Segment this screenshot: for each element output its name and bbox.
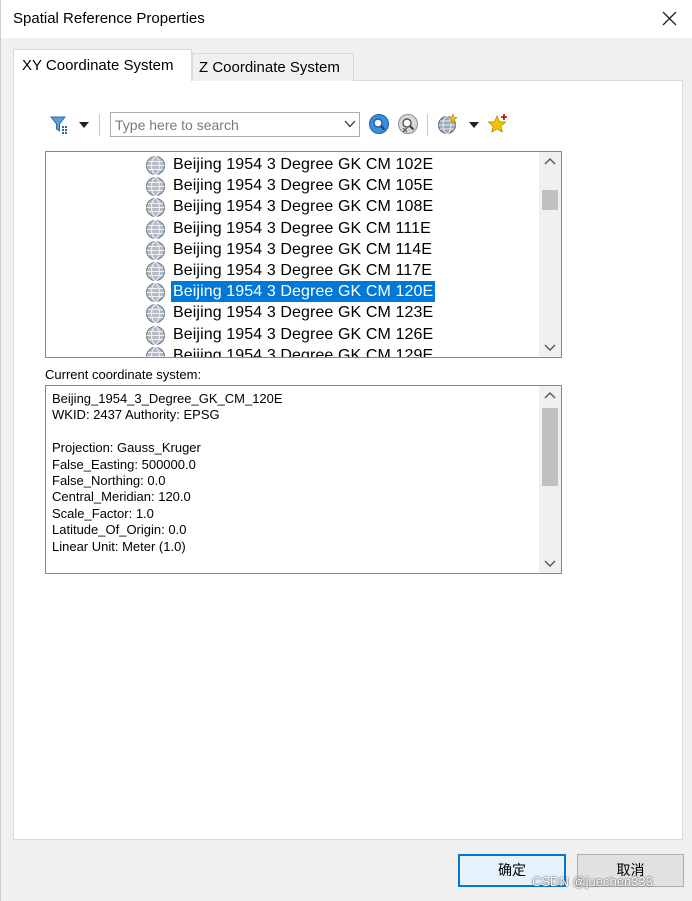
dropdown-arrow-icon bbox=[469, 122, 479, 128]
list-item-label: Beijing 1954 3 Degree GK CM 108E bbox=[173, 198, 434, 216]
chevron-up-icon bbox=[544, 392, 556, 399]
list-item-label: Beijing 1954 3 Degree GK CM 114E bbox=[173, 240, 433, 258]
coordinate-system-list[interactable]: Beijing 1954 3 Degree GK CM 102E Beijing … bbox=[45, 151, 562, 358]
chevron-down-icon bbox=[544, 560, 556, 567]
dialog-window: Spatial Reference Properties XY Coordina… bbox=[0, 0, 692, 901]
detail-line: Latitude_Of_Origin: 0.0 bbox=[52, 522, 187, 538]
favorites-button[interactable] bbox=[487, 113, 511, 137]
list-item-label: Beijing 1954 3 Degree GK CM 105E bbox=[173, 177, 434, 195]
detail-line bbox=[52, 424, 283, 440]
list-item-label: Beijing 1954 3 Degree GK CM 102E bbox=[173, 156, 434, 173]
tab-z-coordinate-system[interactable]: Z Coordinate System bbox=[192, 53, 354, 81]
clear-search-icon bbox=[398, 114, 418, 134]
tab-label: XY Coordinate System bbox=[22, 57, 174, 74]
window-title: Spatial Reference Properties bbox=[13, 10, 205, 27]
scroll-up-button[interactable] bbox=[539, 152, 561, 172]
scroll-down-button[interactable] bbox=[539, 553, 561, 573]
chevron-up-icon bbox=[544, 158, 556, 165]
detail-line: Central_Meridian: 120.0 bbox=[52, 489, 191, 505]
filter-dropdown-button[interactable] bbox=[49, 113, 93, 137]
tab-label: Z Coordinate System bbox=[199, 59, 340, 76]
watermark: CSDN @juechen333 bbox=[532, 874, 653, 889]
list-scrollbar[interactable] bbox=[539, 152, 561, 357]
scroll-up-button[interactable] bbox=[539, 386, 561, 406]
detail-line: Linear Unit: Meter (1.0) bbox=[52, 538, 186, 554]
detail-line: Scale_Factor: 1.0 bbox=[52, 505, 154, 521]
scroll-down-button[interactable] bbox=[539, 337, 561, 357]
scroll-thumb[interactable] bbox=[542, 190, 558, 210]
detail-line: Beijing_1954_3_Degree_GK_CM_120E bbox=[52, 391, 283, 406]
detail-line: False_Easting: 500000.0 bbox=[52, 456, 196, 472]
detail-line: False_Northing: 0.0 bbox=[52, 472, 166, 488]
scroll-thumb[interactable] bbox=[542, 408, 558, 486]
current-coordinate-system-label: Current coordinate system: bbox=[45, 367, 202, 382]
list-item-label: Beijing 1954 3 Degree GK CM 111E bbox=[173, 219, 431, 237]
search-box[interactable] bbox=[110, 112, 360, 137]
details-text: Beijing_1954_3_Degree_GK_CM_120E WKID: 24… bbox=[52, 391, 283, 555]
detail-line: WKID: 2437 Authority: EPSG bbox=[52, 407, 220, 423]
toolbar-separator bbox=[99, 114, 100, 136]
details-scrollbar[interactable] bbox=[539, 386, 561, 573]
chevron-down-icon[interactable] bbox=[344, 118, 356, 130]
globe-icon bbox=[145, 346, 166, 357]
title-bar: Spatial Reference Properties bbox=[1, 0, 692, 38]
toolbar-separator bbox=[427, 114, 428, 136]
dropdown-arrow-icon bbox=[79, 122, 89, 128]
search-button[interactable] bbox=[368, 113, 392, 137]
list-item-label: Beijing 1954 3 Degree GK CM 120E bbox=[169, 280, 437, 304]
add-coordinate-system-button[interactable] bbox=[437, 113, 481, 137]
list-item-label: Beijing 1954 3 Degree GK CM 129E bbox=[173, 346, 434, 358]
tab-xy-coordinate-system[interactable]: XY Coordinate System bbox=[13, 49, 192, 81]
detail-line: Projection: Gauss_Kruger bbox=[52, 440, 201, 456]
search-icon bbox=[369, 114, 389, 134]
filter-icon bbox=[49, 116, 67, 134]
list-item-label: Beijing 1954 3 Degree GK CM 126E bbox=[173, 325, 434, 343]
clear-search-button[interactable] bbox=[397, 113, 421, 137]
add-coordinate-system-globe-icon bbox=[438, 113, 458, 134]
list-item-label: Beijing 1954 3 Degree GK CM 117E bbox=[173, 262, 433, 279]
list-item-label: Beijing 1954 3 Degree GK CM 123E bbox=[173, 304, 434, 322]
search-input[interactable] bbox=[113, 115, 337, 134]
chevron-down-icon bbox=[544, 344, 556, 351]
favorites-star-icon bbox=[487, 114, 507, 133]
coordinate-system-details[interactable]: Beijing_1954_3_Degree_GK_CM_120E WKID: 24… bbox=[45, 385, 562, 574]
close-icon bbox=[662, 11, 677, 26]
close-button[interactable] bbox=[647, 0, 692, 38]
